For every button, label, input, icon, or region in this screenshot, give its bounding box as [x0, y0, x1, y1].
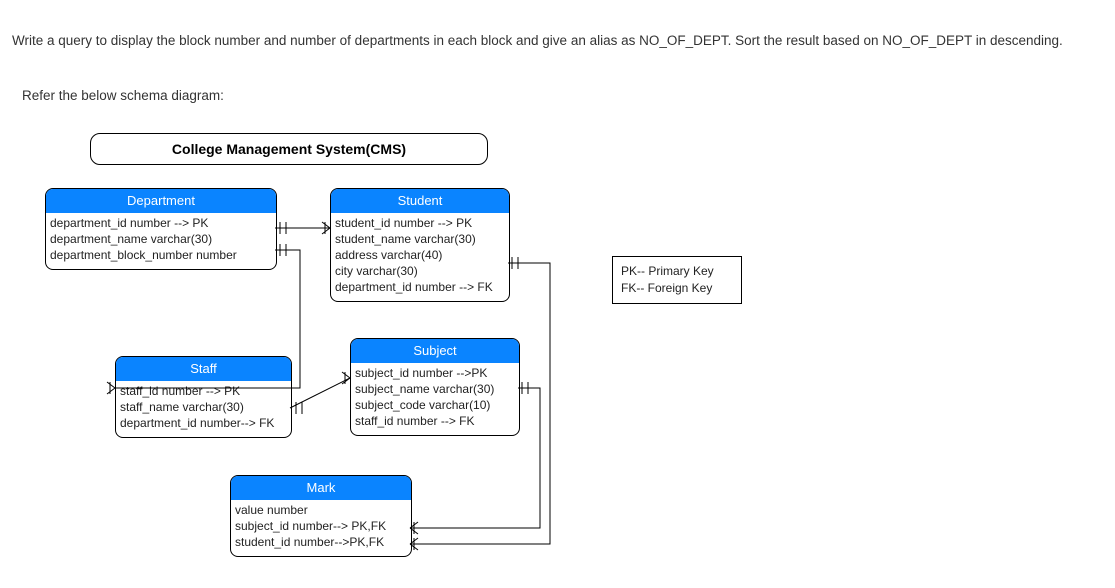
entity-subject-name: Subject [351, 339, 519, 363]
entity-field: student_id number --> PK [335, 215, 505, 231]
entity-staff-name: Staff [116, 357, 291, 381]
entity-field: staff_name varchar(30) [120, 399, 287, 415]
entity-student-fields: student_id number --> PK student_name va… [331, 213, 509, 302]
entity-staff-fields: staff_id number --> PK staff_name varcha… [116, 381, 291, 438]
entity-field: department_block_number number [50, 247, 272, 263]
entity-field: department_id number --> PK [50, 215, 272, 231]
entity-field: department_name varchar(30) [50, 231, 272, 247]
entity-field: student_name varchar(30) [335, 231, 505, 247]
entity-mark-fields: value number subject_id number--> PK,FK … [231, 500, 411, 557]
entity-field: staff_id number --> PK [120, 383, 287, 399]
legend-box: PK-- Primary Key FK-- Foreign Key [612, 256, 742, 304]
entity-field: department_id number--> FK [120, 415, 287, 431]
system-title-text: College Management System(CMS) [172, 141, 406, 157]
entity-field: address varchar(40) [335, 247, 505, 263]
entity-field: subject_id number--> PK,FK [235, 518, 407, 534]
er-diagram: College Management System(CMS) Departmen… [40, 128, 720, 578]
entity-mark: Mark value number subject_id number--> P… [230, 475, 412, 557]
entity-department: Department department_id number --> PK d… [45, 188, 277, 270]
entity-department-fields: department_id number --> PK department_n… [46, 213, 276, 270]
entity-field: student_id number-->PK,FK [235, 534, 407, 550]
entity-field: value number [235, 502, 407, 518]
entity-field: department_id number --> FK [335, 279, 505, 295]
question-text: Write a query to display the block numbe… [12, 32, 1105, 51]
entity-field: subject_name varchar(30) [355, 381, 515, 397]
legend-fk: FK-- Foreign Key [621, 280, 733, 297]
legend-pk: PK-- Primary Key [621, 263, 733, 280]
entity-staff: Staff staff_id number --> PK staff_name … [115, 356, 292, 438]
entity-field: staff_id number --> FK [355, 413, 515, 429]
entity-field: subject_code varchar(10) [355, 397, 515, 413]
entity-mark-name: Mark [231, 476, 411, 500]
entity-subject-fields: subject_id number -->PK subject_name var… [351, 363, 519, 436]
entity-student: Student student_id number --> PK student… [330, 188, 510, 302]
entity-field: city varchar(30) [335, 263, 505, 279]
entity-student-name: Student [331, 189, 509, 213]
schema-subheading: Refer the below schema diagram: [22, 88, 224, 103]
entity-field: subject_id number -->PK [355, 365, 515, 381]
system-title-box: College Management System(CMS) [90, 133, 488, 165]
entity-department-name: Department [46, 189, 276, 213]
entity-subject: Subject subject_id number -->PK subject_… [350, 338, 520, 436]
